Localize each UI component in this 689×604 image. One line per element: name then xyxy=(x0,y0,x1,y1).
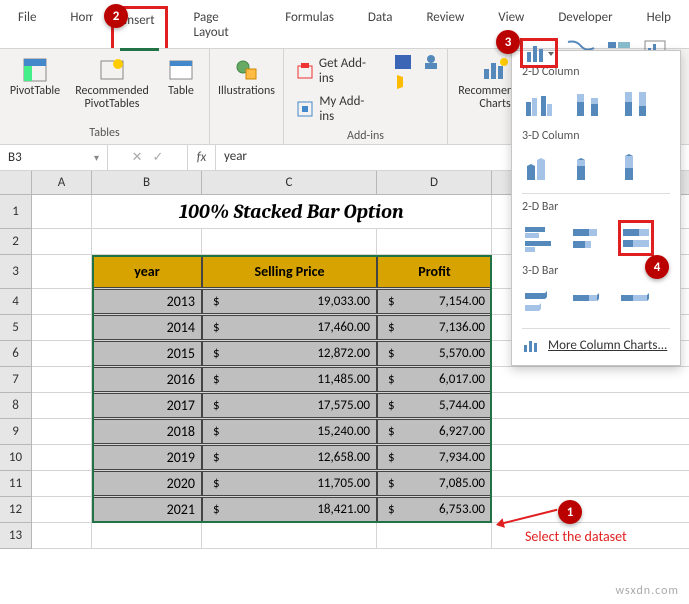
people-icon[interactable] xyxy=(421,53,441,71)
fx-icon[interactable]: fx xyxy=(188,145,216,170)
chart-icon xyxy=(522,337,540,353)
table-row: 2017$17,575.00$5,744.00 xyxy=(32,393,689,419)
3d-100-stacked-column[interactable] xyxy=(618,149,654,185)
tab-data[interactable]: Data xyxy=(360,6,401,48)
header-price: Selling Price xyxy=(202,255,377,288)
cancel-icon: ✕ xyxy=(132,150,143,165)
callout-1: 1 xyxy=(558,500,582,524)
table-row: 2019$12,658.00$7,934.00 xyxy=(32,445,689,471)
cell-profit[interactable]: $7,154.00 xyxy=(377,289,492,314)
col-A[interactable]: A xyxy=(32,171,92,194)
col-C[interactable]: C xyxy=(202,171,377,194)
cell-price[interactable]: $11,705.00 xyxy=(202,471,377,496)
callout-4: 4 xyxy=(645,255,669,279)
cell-year[interactable]: 2019 xyxy=(92,445,202,470)
cell-price[interactable]: $12,658.00 xyxy=(202,445,377,470)
3d-100-stacked-bar[interactable] xyxy=(618,284,654,320)
table-row: 2016$11,485.00$6,017.00 xyxy=(32,367,689,393)
callout-2: 2 xyxy=(104,4,128,28)
name-box[interactable]: B3 xyxy=(0,145,108,170)
header-year: year xyxy=(92,255,202,288)
chart-type-dropdown: 2-D Column 3-D Column 2-D Bar 3-D Bar Mo… xyxy=(511,50,681,366)
bing-icon[interactable] xyxy=(393,73,413,91)
my-addins-button[interactable]: My Add-ins xyxy=(290,91,383,127)
cell-profit[interactable]: $7,934.00 xyxy=(377,445,492,470)
cell-price[interactable]: $18,421.00 xyxy=(202,497,377,522)
select-all[interactable] xyxy=(0,171,32,195)
col-D[interactable]: D xyxy=(377,171,492,194)
cell-year[interactable]: 2015 xyxy=(92,341,202,366)
recommended-charts-icon xyxy=(480,57,510,83)
section-3d-column: 3-D Column xyxy=(522,129,670,143)
addin-icon xyxy=(296,100,313,118)
watermark: wsxdn.com xyxy=(615,584,679,598)
cell-year[interactable]: 2020 xyxy=(92,471,202,496)
stacked-column[interactable] xyxy=(570,85,606,121)
enter-icon: ✓ xyxy=(153,150,164,165)
cell-price[interactable]: $11,485.00 xyxy=(202,367,377,392)
header-profit: Profit xyxy=(377,255,492,288)
clustered-bar[interactable] xyxy=(522,220,558,256)
table-icon xyxy=(168,57,194,83)
cell-profit[interactable]: $5,744.00 xyxy=(377,393,492,418)
cell-year[interactable]: 2016 xyxy=(92,367,202,392)
cell-year[interactable]: 2021 xyxy=(92,497,202,522)
group-label-addins: Add-ins xyxy=(290,127,441,145)
pivottable-button[interactable]: PivotTable xyxy=(6,53,64,102)
table-row: 2021$18,421.00$6,753.00 xyxy=(32,497,689,523)
cell-profit[interactable]: $6,927.00 xyxy=(377,419,492,444)
pivottable-icon xyxy=(22,57,48,83)
tab-pagelayout[interactable]: Page Layout xyxy=(186,6,260,48)
more-column-charts[interactable]: More Column Charts... xyxy=(522,337,670,353)
column-chart-dropdown[interactable] xyxy=(520,38,558,68)
row-headers[interactable]: 1 2 3 4 5 6 7 8 9 10 11 12 13 xyxy=(0,195,32,549)
tab-formulas[interactable]: Formulas xyxy=(277,6,342,48)
cell-year[interactable]: 2018 xyxy=(92,419,202,444)
tab-file[interactable]: File xyxy=(10,6,44,48)
cell-price[interactable]: $12,872.00 xyxy=(202,341,377,366)
recommended-pivottables-button[interactable]: Recommended PivotTables xyxy=(68,53,156,115)
col-B[interactable]: B xyxy=(92,171,202,194)
100-stacked-column[interactable] xyxy=(618,85,654,121)
table-row: 2018$15,240.00$6,927.00 xyxy=(32,419,689,445)
cell-profit[interactable]: $7,085.00 xyxy=(377,471,492,496)
tab-review[interactable]: Review xyxy=(418,6,472,48)
cell-year[interactable]: 2013 xyxy=(92,289,202,314)
3d-stacked-bar[interactable] xyxy=(570,284,606,320)
table-button[interactable]: Table xyxy=(160,53,202,102)
callout-3: 3 xyxy=(496,30,520,54)
cell-profit[interactable]: $6,753.00 xyxy=(377,497,492,522)
cell-profit[interactable]: $5,570.00 xyxy=(377,341,492,366)
tab-home[interactable]: Home xyxy=(62,6,93,48)
cell-price[interactable]: $15,240.00 xyxy=(202,419,377,444)
sheet-title: 100% Stacked Bar Option xyxy=(92,195,492,228)
group-label-tables: Tables xyxy=(6,124,203,142)
cell-year[interactable]: 2017 xyxy=(92,393,202,418)
store-icon xyxy=(296,62,313,80)
section-2d-bar: 2-D Bar xyxy=(522,200,670,214)
shapes-icon xyxy=(234,57,260,83)
cell-profit[interactable]: $6,017.00 xyxy=(377,367,492,392)
clustered-column[interactable] xyxy=(522,85,558,121)
stacked-bar[interactable] xyxy=(570,220,606,256)
3d-clustered-bar[interactable] xyxy=(522,284,558,320)
100-stacked-bar[interactable] xyxy=(618,220,654,256)
callout-text: Select the dataset xyxy=(525,528,627,545)
get-addins-button[interactable]: Get Add-ins xyxy=(290,53,383,89)
cell-profit[interactable]: $7,136.00 xyxy=(377,315,492,340)
cell-price[interactable]: $17,460.00 xyxy=(202,315,377,340)
cell-year[interactable]: 2014 xyxy=(92,315,202,340)
3d-clustered-column[interactable] xyxy=(522,149,558,185)
column-chart-icon xyxy=(524,42,554,64)
illustrations-button[interactable]: Illustrations xyxy=(216,53,277,102)
cell-price[interactable]: $19,033.00 xyxy=(202,289,377,314)
3d-stacked-column[interactable] xyxy=(570,149,606,185)
table-row: 2020$11,705.00$7,085.00 xyxy=(32,471,689,497)
recommended-pivot-icon xyxy=(99,57,125,83)
cell-price[interactable]: $17,575.00 xyxy=(202,393,377,418)
visio-icon[interactable] xyxy=(393,53,413,71)
